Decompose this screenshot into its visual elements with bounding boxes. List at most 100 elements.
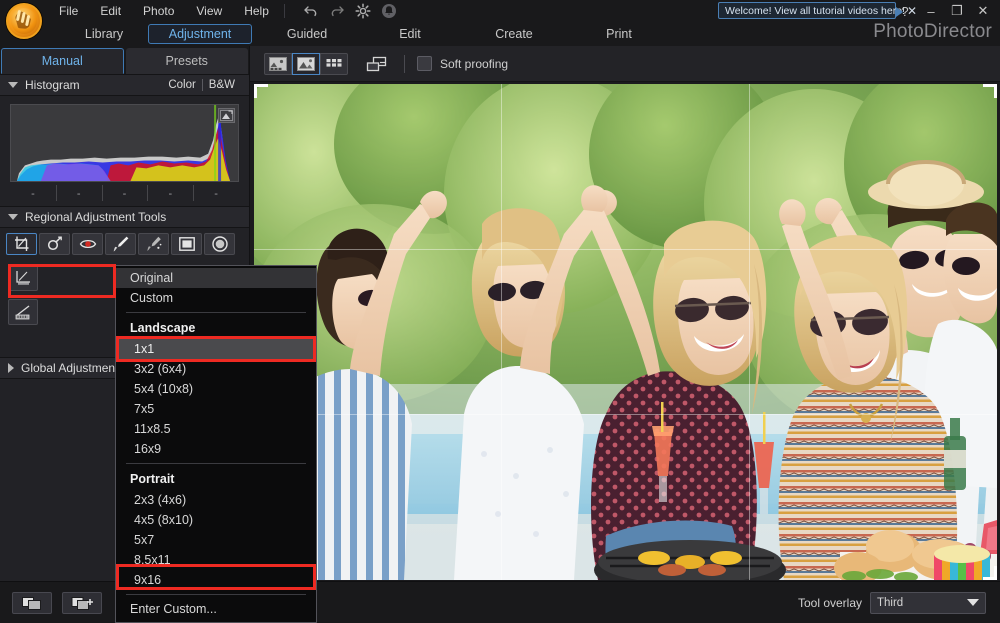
red-eye-removal-icon — [79, 235, 97, 253]
tutorial-tooltip[interactable]: Welcome! View all tutorial videos here! … — [718, 2, 896, 19]
aspect-ratio-dropdown-menu[interactable]: Original Custom Landscape 1x1 3x2 (6x4) … — [115, 265, 317, 623]
menu-item-enter-custom[interactable]: Enter Custom... — [116, 599, 316, 619]
photo-image — [254, 84, 997, 580]
aspect-ratio-icon — [8, 265, 38, 291]
histogram-readouts: - - - - - — [10, 182, 239, 206]
before-after-button[interactable] — [362, 53, 392, 75]
menu-separator-2 — [126, 463, 306, 464]
toolbar-divider — [284, 4, 285, 18]
menu-edit[interactable]: Edit — [89, 2, 132, 20]
smart-brush-tool-button[interactable] — [138, 233, 169, 255]
gradient-mask-tool-button[interactable] — [171, 233, 202, 255]
logo-glyph-icon — [11, 8, 37, 34]
tool-overlay-value: Third — [877, 597, 967, 609]
tab-print[interactable]: Print — [580, 24, 658, 44]
menu-item-2x3[interactable]: 2x3 (4x6) — [116, 490, 316, 510]
histogram-mode-bw[interactable]: B&W — [203, 79, 241, 91]
photodirector-window: File Edit Photo View Help — [0, 0, 1000, 623]
regional-tools-section-header[interactable]: Regional Adjustment Tools — [0, 206, 249, 228]
chevron-right-icon[interactable] — [8, 363, 14, 373]
close-button[interactable]: ✕ — [970, 0, 996, 22]
canvas-bottom-bar: Tool overlay Third — [250, 581, 1000, 623]
view-mode-single-button[interactable] — [292, 53, 320, 75]
histogram-readout-2: - — [102, 188, 148, 200]
menu-item-custom[interactable]: Custom — [116, 288, 316, 308]
soft-proofing-label: Soft proofing — [440, 57, 508, 71]
histogram-graph[interactable] — [10, 104, 239, 182]
menu-item-9x16[interactable]: 9x16 — [116, 570, 316, 590]
subtab-presets[interactable]: Presets — [126, 48, 249, 74]
paste-adjustments-icon — [71, 595, 93, 611]
histogram-mode-color[interactable]: Color — [162, 79, 201, 91]
menu-item-1x1[interactable]: 1x1 — [116, 339, 316, 359]
gear-icon[interactable] — [355, 3, 371, 19]
tool-overlay-label: Tool overlay — [798, 596, 862, 610]
menu-separator-3 — [126, 594, 306, 595]
photo-frame[interactable] — [254, 84, 997, 580]
menu-bar: File Edit Photo View Help — [48, 2, 280, 20]
chevron-down-icon[interactable] — [8, 214, 18, 220]
app-logo[interactable] — [6, 3, 42, 39]
menu-item-16x9[interactable]: 16x9 — [116, 439, 316, 459]
chevron-down-icon[interactable] — [8, 82, 18, 88]
notification-bell-icon[interactable] — [381, 3, 397, 19]
crop-rotate-icon — [13, 235, 31, 253]
view-mode-grid-button[interactable] — [320, 53, 348, 75]
toolbar-separator — [404, 55, 405, 73]
subtab-manual[interactable]: Manual — [1, 48, 124, 74]
canvas-toolbar: Soft proofing — [250, 46, 1000, 82]
regional-tools-title: Regional Adjustment Tools — [25, 210, 241, 224]
module-tab-bar: Library Adjustment Guided Edit Create Pr… — [0, 22, 1000, 46]
tab-edit[interactable]: Edit — [370, 24, 450, 44]
menu-item-7x5[interactable]: 7x5 — [116, 399, 316, 419]
tool-overlay-select[interactable]: Third — [870, 592, 986, 614]
photo-canvas — [250, 82, 1000, 581]
menu-item-5x4[interactable]: 5x4 (10x8) — [116, 379, 316, 399]
menu-item-5x7[interactable]: 5x7 — [116, 530, 316, 550]
tab-adjustment[interactable]: Adjustment — [148, 24, 252, 44]
histogram-title: Histogram — [25, 78, 162, 92]
menu-photo[interactable]: Photo — [132, 2, 185, 20]
menu-item-3x2[interactable]: 3x2 (6x4) — [116, 359, 316, 379]
chevron-down-icon[interactable] — [967, 599, 979, 606]
red-eye-removal-tool-button[interactable] — [72, 233, 103, 255]
before-after-icon — [366, 56, 388, 72]
view-mode-group — [264, 53, 348, 75]
help-button[interactable]: ? — [892, 0, 918, 22]
histogram-curve — [11, 105, 238, 181]
tab-library[interactable]: Library — [58, 24, 150, 44]
menu-view[interactable]: View — [185, 2, 233, 20]
tab-guided[interactable]: Guided — [262, 24, 352, 44]
tab-create[interactable]: Create — [470, 24, 558, 44]
menu-group-portrait: Portrait — [116, 468, 316, 490]
redo-icon[interactable] — [329, 3, 345, 19]
menu-help[interactable]: Help — [233, 2, 280, 20]
histogram-readout-0: - — [10, 188, 56, 200]
histogram-section-header[interactable]: Histogram Color B&W — [0, 74, 249, 96]
maximize-button[interactable]: ❐ — [944, 0, 970, 22]
window-controls: ? – ❐ ✕ — [892, 0, 996, 22]
copy-adjustments-button[interactable] — [12, 592, 52, 614]
adjustment-brush-tool-button[interactable] — [105, 233, 136, 255]
paste-adjustments-button[interactable] — [62, 592, 102, 614]
brand-name: PhotoDirector — [873, 21, 992, 43]
menu-item-8-5x11[interactable]: 8.5x11 — [116, 550, 316, 570]
menu-item-11x8-5[interactable]: 11x8.5 — [116, 419, 316, 439]
soft-proofing-checkbox[interactable] — [417, 56, 432, 71]
minimize-button[interactable]: – — [918, 0, 944, 22]
radial-mask-icon — [211, 235, 229, 253]
radial-mask-tool-button[interactable] — [204, 233, 235, 255]
angle-glyph-icon — [13, 303, 33, 321]
menu-file[interactable]: File — [48, 2, 89, 20]
menu-item-original[interactable]: Original — [116, 268, 316, 288]
crop-rotate-tool-button[interactable] — [6, 233, 37, 255]
histogram-readout-1: - — [56, 188, 102, 200]
histogram-area: - - - - - — [0, 96, 249, 206]
panel-subtabs: Manual Presets — [0, 46, 249, 74]
blemish-removal-tool-button[interactable] — [39, 233, 70, 255]
undo-icon[interactable] — [303, 3, 319, 19]
menu-item-4x5[interactable]: 4x5 (8x10) — [116, 510, 316, 530]
gradient-mask-icon — [178, 235, 196, 253]
view-mode-compare-button[interactable] — [264, 53, 292, 75]
histogram-clipping-indicator-icon[interactable] — [218, 108, 235, 123]
